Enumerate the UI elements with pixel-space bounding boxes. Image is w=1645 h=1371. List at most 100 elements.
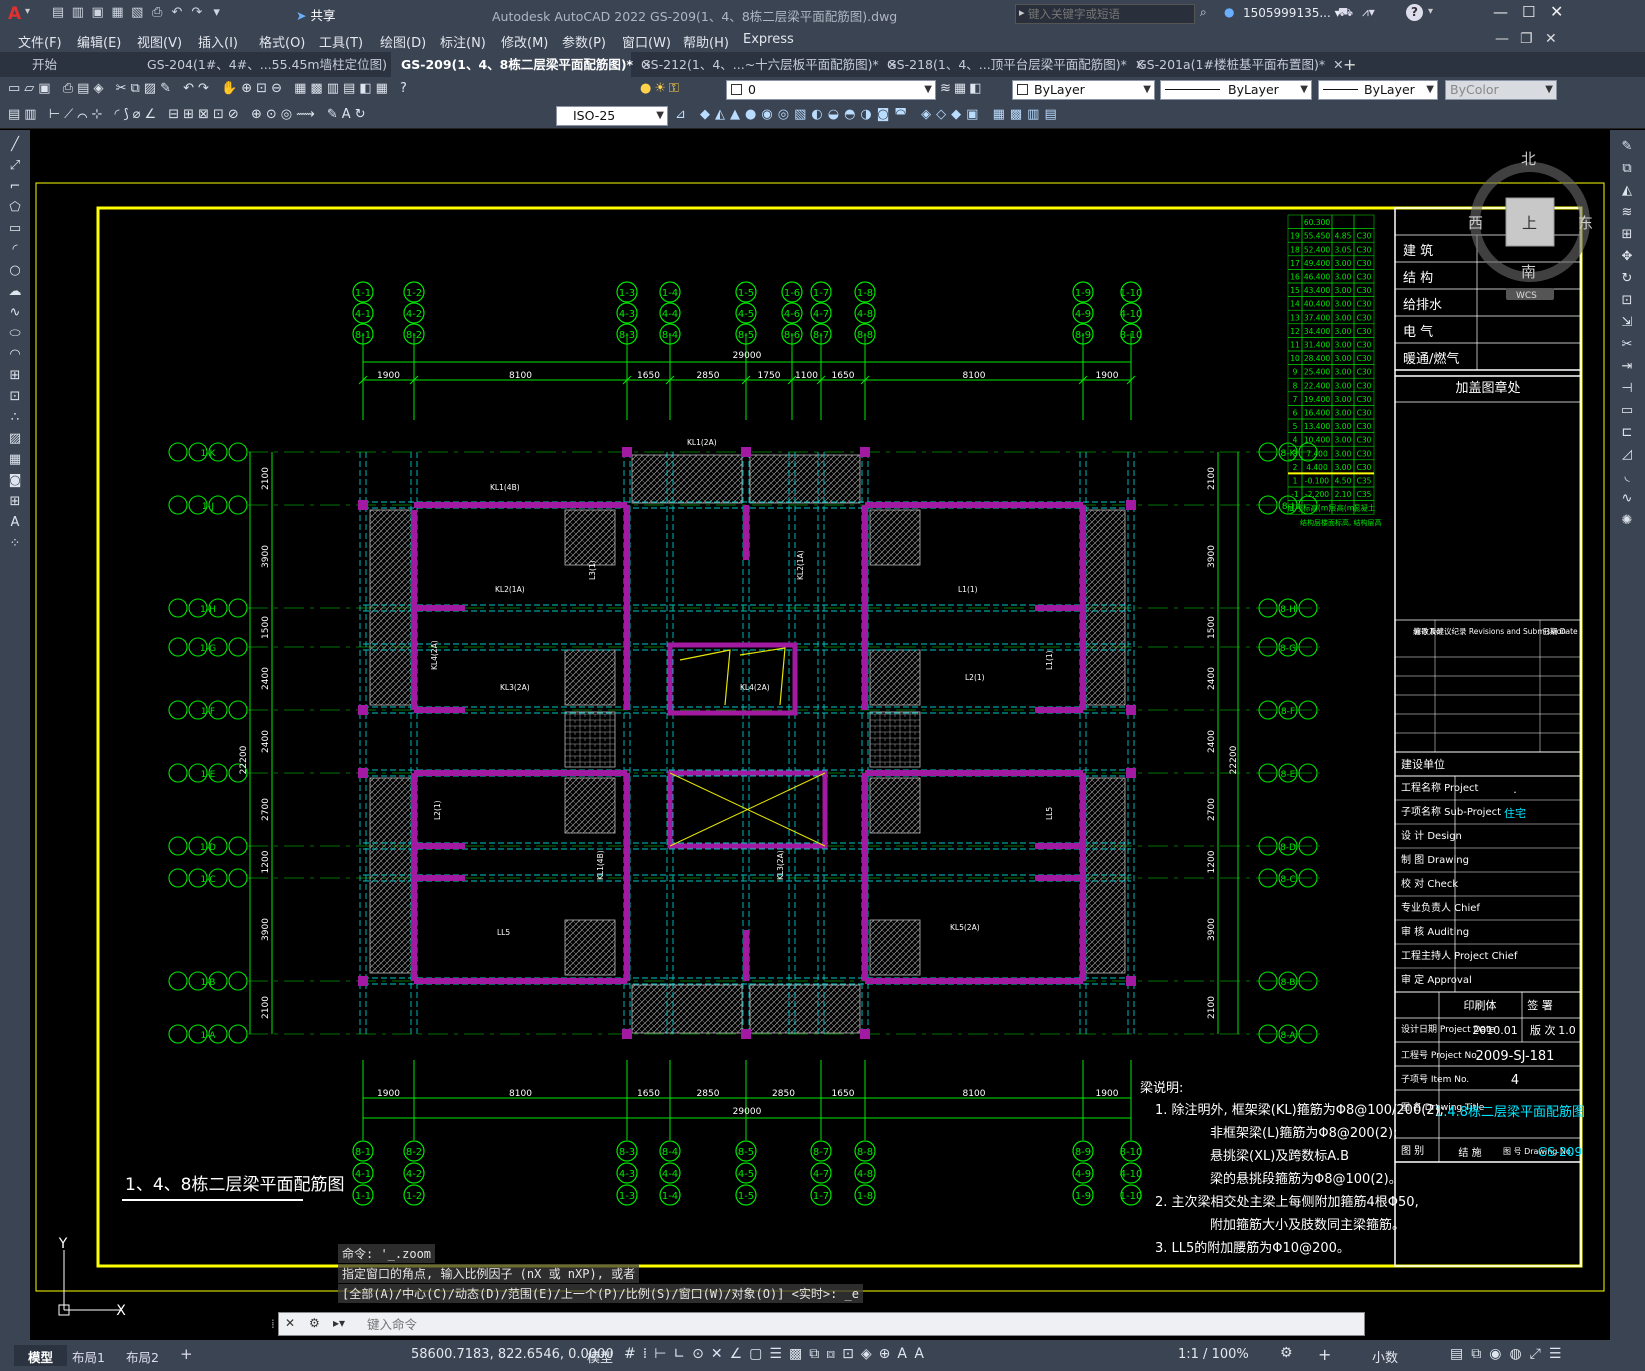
designcenter-icon[interactable]: ▩: [310, 81, 326, 96]
polyline-icon[interactable]: ⌐: [6, 178, 24, 196]
share-button[interactable]: ➤ 共享: [296, 5, 335, 24]
dim-continue-icon[interactable]: ⊠: [198, 107, 213, 122]
qnew-icon[interactable]: ▭: [8, 81, 24, 96]
dim-update-icon[interactable]: ↻: [355, 107, 370, 122]
gradient-icon[interactable]: ▦: [6, 451, 24, 469]
undo-icon[interactable]: ↶: [169, 5, 185, 21]
construction-line-icon[interactable]: ⤢: [6, 157, 24, 175]
arc-icon[interactable]: ◜: [6, 241, 24, 259]
viewcube-east[interactable]: 东: [1578, 214, 1593, 232]
help-icon[interactable]: ?: [1406, 4, 1423, 21]
layer-thaw-icon[interactable]: ☀: [654, 81, 669, 96]
viewcube-west[interactable]: 西: [1468, 214, 1483, 232]
model-space-canvas[interactable]: 1-1 1-2 1-3 1-4 1-5 1-6 1-7 1-8 1-9 1-10 4-1 4-2 4-3…: [30, 130, 1610, 1340]
insert-block-icon[interactable]: ⊞: [6, 367, 24, 385]
osnap-icon[interactable]: ▢: [749, 1346, 769, 1362]
coordinates-readout[interactable]: 58600.7183, 822.6546, 0.0000: [411, 1347, 614, 1362]
search-input[interactable]: [1028, 6, 1192, 22]
chamfer-icon[interactable]: ◿: [1618, 446, 1636, 464]
cart-icon[interactable]: ⛟: [1338, 5, 1353, 21]
customization-icon[interactable]: ☰: [1549, 1346, 1570, 1362]
autodesk-app-icon[interactable]: ⩘▾: [1362, 5, 1375, 20]
torus-icon[interactable]: ◎: [778, 107, 794, 122]
ortho-icon[interactable]: ∟: [673, 1346, 692, 1362]
menu-modify[interactable]: 修改(M): [501, 32, 548, 51]
subtract-icon[interactable]: ◚: [894, 107, 912, 122]
3d-osnap-icon[interactable]: ⧈: [826, 1346, 842, 1362]
add-selected-icon[interactable]: ⁘: [6, 535, 24, 553]
sheetset-icon[interactable]: ▤: [343, 81, 359, 96]
offset-icon[interactable]: ≋: [1618, 204, 1636, 222]
revolve-icon[interactable]: ◐: [811, 107, 827, 122]
line-icon[interactable]: ╱: [6, 136, 24, 154]
section-icon[interactable]: ◓: [844, 107, 860, 122]
stretch-icon[interactable]: ⇲: [1618, 314, 1636, 332]
tab-close-icon[interactable]: ✕: [1333, 57, 1343, 72]
surface-icon[interactable]: ▩: [1010, 107, 1027, 122]
doc-minimize-icon[interactable]: —: [1495, 31, 1509, 47]
polar-icon[interactable]: ⊙: [692, 1346, 711, 1362]
trim-icon[interactable]: ✂: [1618, 336, 1636, 354]
dimstyle-dropdown[interactable]: ISO-25 ▼: [556, 106, 668, 126]
publish-icon[interactable]: ◈: [93, 81, 107, 96]
draworder-icon[interactable]: ▤: [8, 107, 24, 122]
plot-icon[interactable]: ⎙: [149, 5, 165, 21]
rectangle-icon[interactable]: ▭: [6, 220, 24, 238]
extrude-icon[interactable]: ▧: [794, 107, 811, 122]
customize-wrench-icon[interactable]: ⚙: [309, 1316, 320, 1330]
menu-help[interactable]: 帮助(H): [683, 32, 729, 51]
maximize-icon[interactable]: ☐: [1522, 3, 1535, 21]
cone-icon[interactable]: ▲: [730, 107, 745, 122]
viewcube[interactable]: 北 南 东 西 上 WCS: [1468, 150, 1598, 310]
snap-icon[interactable]: ⁞: [643, 1346, 654, 1362]
redo-icon[interactable]: ↷: [189, 5, 205, 21]
blend-icon[interactable]: ∿: [1618, 490, 1636, 508]
layer-lock-icon[interactable]: ⚿: [669, 81, 682, 96]
rotate-icon[interactable]: ↻: [1618, 270, 1636, 288]
dim-aligned-icon[interactable]: ⟋: [64, 107, 77, 122]
dim-textedit-icon[interactable]: A: [342, 107, 355, 122]
tab-gs-201a[interactable]: GS-201a(1#楼桩基平面布置图)* ✕: [1127, 52, 1344, 77]
dim-diameter-icon[interactable]: ⌀: [133, 107, 145, 122]
close-commandline-icon[interactable]: ✕: [285, 1316, 295, 1330]
spline-icon[interactable]: ∿: [6, 304, 24, 322]
undo-icon[interactable]: ↶: [183, 81, 198, 96]
layout-tab-2[interactable]: 布局2: [126, 1347, 159, 1366]
selection-cycling-icon[interactable]: ⧉: [809, 1346, 826, 1362]
dim-break-icon[interactable]: ⊘: [228, 107, 243, 122]
doc-restore-icon[interactable]: ❐: [1520, 31, 1533, 47]
join-icon[interactable]: ⊏: [1618, 424, 1636, 442]
redo-icon[interactable]: ↷: [198, 81, 213, 96]
print-icon[interactable]: ⎙: [63, 81, 77, 96]
cylinder-icon[interactable]: ◉: [761, 107, 777, 122]
wedge-icon[interactable]: ◭: [715, 107, 730, 122]
matchprop-icon[interactable]: ✎: [160, 81, 175, 96]
tolerance-icon[interactable]: ⊕: [251, 107, 266, 122]
grid-icon[interactable]: #: [624, 1346, 643, 1362]
menu-edit[interactable]: 编辑(E): [77, 32, 121, 51]
quickcalc-icon[interactable]: ▦: [376, 81, 392, 96]
recent-commands-icon[interactable]: ▸▾: [333, 1316, 345, 1330]
jog-icon[interactable]: ⟿: [296, 107, 319, 122]
help-icon[interactable]: ?: [400, 81, 411, 96]
loft-icon[interactable]: ▥: [1027, 107, 1044, 122]
layout-tab-1[interactable]: 布局1: [72, 1347, 105, 1366]
sphere-icon[interactable]: ●: [745, 107, 761, 122]
slice-icon[interactable]: ◒: [828, 107, 844, 122]
autocad-logo-icon[interactable]: A: [8, 4, 21, 24]
lineweight-icon[interactable]: ☰: [769, 1346, 789, 1362]
ellipse-arc-icon[interactable]: ◠: [6, 346, 24, 364]
layer-previous-icon[interactable]: ◧: [969, 81, 984, 96]
new-icon[interactable]: ▤: [50, 5, 66, 21]
toolpalette-icon[interactable]: ▥: [327, 81, 343, 96]
gizmo-icon[interactable]: ⊕: [879, 1346, 898, 1362]
dimstyle-icon[interactable]: ⊿: [675, 107, 691, 122]
command-input[interactable]: [367, 1315, 1347, 1333]
annotation-monitor-icon[interactable]: +: [1318, 1345, 1331, 1364]
dim-arc-icon[interactable]: ⌒: [77, 107, 91, 122]
dim-ordinate-icon[interactable]: ⊹: [91, 107, 106, 122]
dim-jogged-icon[interactable]: ⟆: [124, 107, 133, 122]
scale-icon[interactable]: ⊡: [1618, 292, 1636, 310]
sweep-icon[interactable]: ▤: [1044, 107, 1061, 122]
circle-icon[interactable]: ○: [6, 262, 24, 280]
